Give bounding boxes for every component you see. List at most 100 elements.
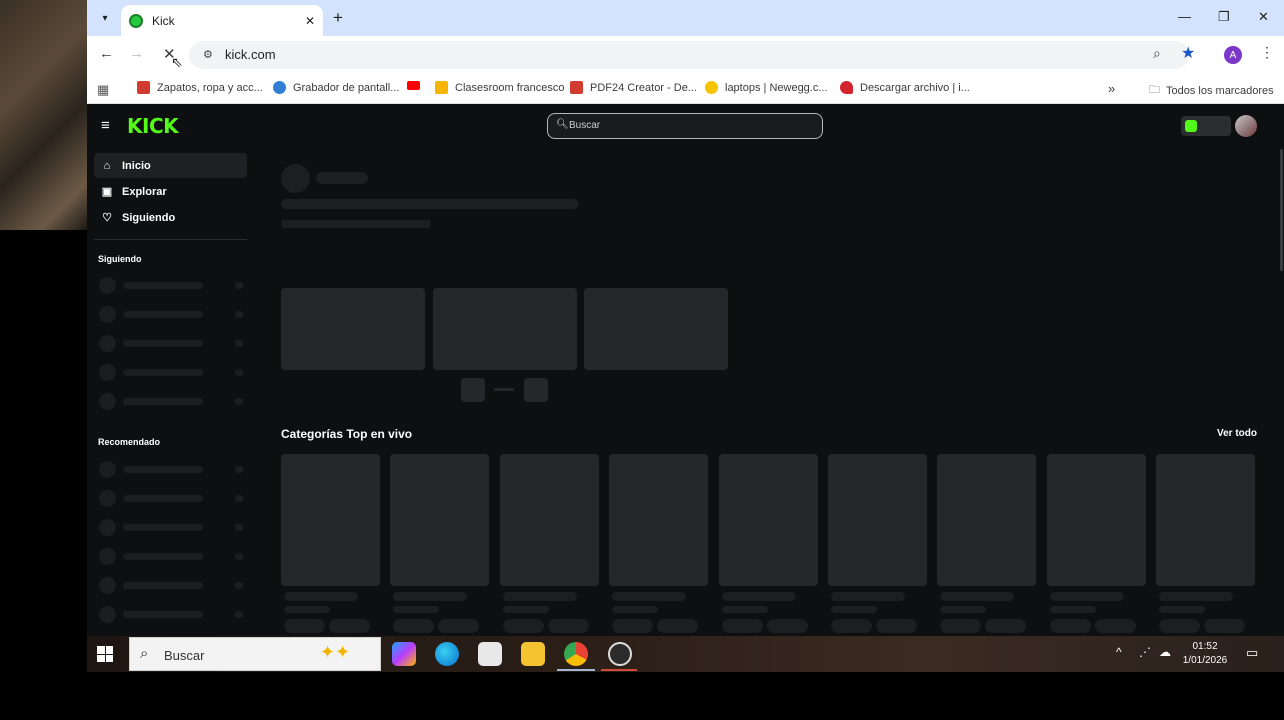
windows-start-icon[interactable]: [97, 646, 113, 662]
skeleton-category-card: [1046, 454, 1146, 586]
back-button[interactable]: ←: [99, 45, 114, 62]
site-info-icon[interactable]: ⚙: [203, 48, 213, 61]
profile-avatar[interactable]: A: [1224, 46, 1242, 64]
sidebar-item-explorar[interactable]: ▣ Explorar: [94, 179, 247, 204]
zoom-icon[interactable]: ⌕: [1153, 45, 1161, 62]
clock[interactable]: 01:52 1/01/2026: [1180, 640, 1230, 668]
clock-date: 1/01/2026: [1182, 655, 1228, 666]
newegg-icon: [705, 81, 718, 94]
skeleton-tag: [1049, 619, 1091, 633]
forward-button[interactable]: →: [129, 45, 144, 62]
chrome-icon[interactable]: [564, 642, 588, 666]
taskbar-search-input[interactable]: ⌕ Buscar ✦✦: [129, 637, 381, 671]
skeleton-category-card: [390, 454, 490, 586]
sidebar-divider: [94, 239, 247, 240]
skeleton-line: [940, 606, 987, 613]
skeleton-tag: [940, 619, 982, 633]
bookmark-star-icon[interactable]: ★: [1181, 43, 1195, 63]
bookmarks-bar: ▦ Zapatos, ropa y acc... Grabador de pan…: [87, 74, 1284, 104]
skeleton-category-card: [1156, 454, 1256, 586]
file-explorer-icon[interactable]: [521, 642, 545, 666]
notification-icon[interactable]: ▭: [1246, 645, 1258, 661]
skeleton-tag: [1094, 619, 1136, 633]
skeleton-line: [1159, 592, 1234, 601]
skeleton-line: [831, 592, 905, 601]
search-placeholder: Buscar: [569, 120, 601, 131]
login-button[interactable]: [1181, 116, 1231, 136]
search-icon: ⌕: [140, 645, 149, 662]
skeleton-channel: [99, 393, 243, 410]
tab-search-button[interactable]: ▾: [94, 7, 116, 29]
skeleton-tag: [1204, 619, 1246, 633]
skeleton-category-card: [718, 454, 818, 586]
sparkle-icon: ✦✦: [320, 642, 351, 662]
address-bar[interactable]: ⚙ kick.com: [189, 41, 1189, 69]
url-text: kick.com: [225, 47, 276, 62]
following-heading: Siguiendo: [98, 254, 142, 264]
sidebar-item-label: Inicio: [122, 159, 151, 172]
scrollbar-thumb[interactable]: [1280, 149, 1283, 271]
skeleton-category-card: [828, 454, 927, 586]
bookmark-label: Clasesroom francesco: [455, 81, 565, 94]
kick-favicon-icon: [129, 13, 143, 28]
taskbar-search-text: Buscar: [164, 648, 205, 663]
skeleton-tag: [438, 619, 480, 633]
store-icon[interactable]: [478, 642, 502, 666]
menu-dots-icon[interactable]: ⋮: [1260, 44, 1274, 61]
screen-recorder-icon[interactable]: [608, 642, 632, 666]
see-all-link[interactable]: Ver todo: [1217, 428, 1257, 439]
all-bookmarks-label: Todos los marcadores: [1166, 84, 1274, 97]
carousel-next-button[interactable]: [524, 378, 548, 402]
folder-icon: 🗀: [1149, 84, 1160, 96]
apps-grid-icon[interactable]: ▦: [97, 82, 109, 98]
skeleton-line: [281, 199, 579, 209]
search-icon: 🔍︎: [556, 119, 569, 130]
chevron-up-icon[interactable]: ^: [1116, 645, 1122, 659]
kick-page: ≡ KICK 🔍︎ Buscar ⌂ Inicio ▣ Explorar ♡ S…: [87, 105, 1284, 636]
skeleton-avatar: [281, 164, 310, 193]
skeleton-channel: [99, 277, 243, 294]
kick-badge-icon: [1185, 120, 1197, 132]
youtube-icon: [407, 81, 420, 90]
skeleton-channel: [99, 519, 243, 536]
bookmark-item[interactable]: Clasesroom francesco: [435, 81, 564, 94]
skeleton-line: [1049, 606, 1096, 613]
minimize-button[interactable]: —: [1178, 9, 1191, 24]
more-bookmarks-icon[interactable]: »: [1108, 81, 1115, 96]
heart-icon: ♡: [102, 212, 112, 224]
edge-icon[interactable]: [435, 642, 459, 666]
skeleton-tag: [766, 619, 808, 633]
copilot-icon[interactable]: [392, 642, 416, 666]
all-bookmarks-folder[interactable]: 🗀 Todos los marcadores: [1149, 81, 1274, 100]
bookmark-item[interactable]: Zapatos, ropa y acc...: [137, 81, 263, 94]
skeleton-line: [612, 606, 659, 613]
search-input[interactable]: 🔍︎ Buscar: [547, 113, 823, 139]
bookmark-item[interactable]: PDF24 Creator - De...: [570, 81, 697, 94]
skeleton-channel: [99, 461, 243, 478]
bookmark-item[interactable]: laptops | Newegg.c...: [705, 81, 828, 94]
toolbar: ← → ✕ ⚙ kick.com: [87, 36, 1284, 74]
skeleton-line: [393, 592, 468, 601]
bookmark-item[interactable]: [407, 81, 427, 90]
kick-logo[interactable]: KICK: [127, 114, 179, 138]
close-icon[interactable]: ✕: [305, 14, 315, 28]
bookmark-item[interactable]: Grabador de pantall...: [273, 81, 399, 94]
new-tab-button[interactable]: +: [333, 8, 343, 28]
sidebar-item-inicio[interactable]: ⌂ Inicio: [94, 153, 247, 178]
black-margin: [0, 230, 87, 720]
user-avatar[interactable]: [1235, 115, 1257, 137]
close-window-button[interactable]: ✕: [1258, 9, 1269, 25]
skeleton-line: [831, 606, 877, 613]
restore-button[interactable]: ❐: [1218, 9, 1230, 25]
bookmark-label: PDF24 Creator - De...: [590, 81, 697, 94]
tab-kick[interactable]: Kick ✕: [121, 5, 323, 36]
hamburger-menu-icon[interactable]: ≡: [101, 117, 110, 134]
network-icon[interactable]: ⋰: [1139, 645, 1151, 659]
skeleton-channel: [99, 577, 243, 594]
carousel-prev-button[interactable]: [461, 378, 485, 402]
sidebar-item-siguiendo[interactable]: ♡ Siguiendo: [94, 205, 247, 230]
onedrive-icon[interactable]: ☁: [1159, 645, 1171, 659]
site-header: ≡ KICK 🔍︎ Buscar: [87, 105, 1284, 145]
skeleton-tag: [985, 619, 1027, 633]
bookmark-item[interactable]: Descargar archivo | i...: [840, 81, 970, 94]
